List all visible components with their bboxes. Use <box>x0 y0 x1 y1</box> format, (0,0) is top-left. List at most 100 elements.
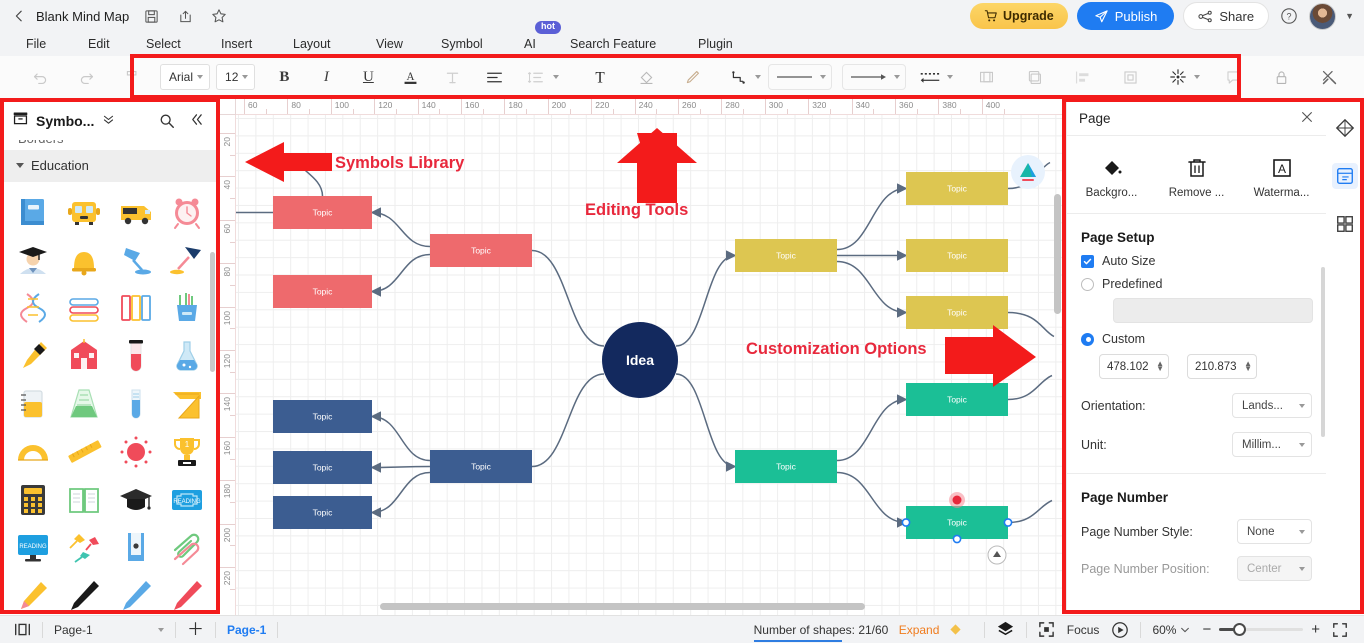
zoom-track[interactable] <box>1219 623 1304 636</box>
publish-button[interactable]: Publish <box>1076 2 1175 30</box>
connector[interactable] <box>370 462 431 473</box>
close-icon[interactable] <box>1300 110 1314 128</box>
dash-style-icon[interactable] <box>916 63 944 91</box>
redo-icon[interactable] <box>72 63 100 91</box>
symbol-set-square-icon[interactable] <box>163 381 213 427</box>
page-width-input[interactable]: 478.102 ▲ ▼ <box>1099 354 1169 379</box>
canvas-horizontal-scrollbar[interactable] <box>380 603 865 610</box>
symbol-red-circle-stamp-icon[interactable] <box>111 429 161 475</box>
remove-background-button[interactable]: Remove ... <box>1154 156 1239 199</box>
connector[interactable] <box>836 471 908 528</box>
connector[interactable] <box>1007 374 1053 401</box>
custom-radio[interactable] <box>1081 332 1094 346</box>
double-chevron-down-icon[interactable] <box>102 113 115 129</box>
symbol-beaker-yellow-icon[interactable] <box>8 381 58 427</box>
arrow-style-select[interactable] <box>842 64 907 90</box>
zoom-thumb[interactable] <box>1233 623 1247 636</box>
auto-size-row[interactable]: Auto Size <box>1067 245 1326 268</box>
symbol-conical-flask-green-icon[interactable] <box>60 381 110 427</box>
share-button[interactable]: Share <box>1183 2 1270 30</box>
chevron-down-icon[interactable] <box>755 75 762 79</box>
connector[interactable] <box>1007 499 1053 524</box>
symbol-ruler-icon[interactable] <box>60 429 110 475</box>
zoom-level-select[interactable]: 60% <box>1152 623 1190 637</box>
symbol-school-bus-side-icon[interactable] <box>111 189 161 235</box>
undo-icon[interactable] <box>26 63 54 91</box>
symbol-marker-black-icon[interactable] <box>60 573 110 610</box>
connector[interactable] <box>370 411 431 462</box>
symbol-binders-icon[interactable] <box>111 285 161 331</box>
symbol-test-tube-red-icon[interactable] <box>111 333 161 379</box>
symbol-graduation-cap-icon[interactable] <box>111 477 161 523</box>
symbol-pencil-cup-icon[interactable] <box>163 285 213 331</box>
symbol-desk-lamp-pink-icon[interactable] <box>163 237 213 283</box>
star-icon[interactable] <box>207 4 231 28</box>
rotate-handle-center[interactable] <box>952 495 962 505</box>
export-icon[interactable] <box>173 4 197 28</box>
connector[interactable] <box>1007 311 1055 338</box>
fill-bucket-icon[interactable] <box>632 63 660 91</box>
back-arrow-icon[interactable] <box>10 7 28 25</box>
symbol-calculator-icon[interactable] <box>8 477 58 523</box>
italic-button[interactable]: I <box>312 63 340 91</box>
connector[interactable] <box>531 373 605 468</box>
crop-icon[interactable] <box>1116 63 1144 91</box>
predefined-row[interactable]: Predefined <box>1067 268 1326 291</box>
symbol-graduate-student-icon[interactable] <box>8 237 58 283</box>
category-education[interactable]: Education <box>4 149 216 182</box>
line-style-select[interactable] <box>768 64 833 90</box>
apps-grid-icon[interactable] <box>1332 211 1358 237</box>
orientation-select[interactable]: Lands... <box>1232 393 1312 418</box>
expand-link[interactable]: Expand <box>899 623 940 637</box>
symbol-fountain-pen-icon[interactable] <box>8 333 58 379</box>
zoom-slider[interactable]: − + <box>1202 621 1320 638</box>
zoom-in-button[interactable]: + <box>1311 621 1320 638</box>
selection-handle[interactable] <box>952 534 962 544</box>
predefined-radio[interactable] <box>1081 277 1094 291</box>
chevron-down-icon[interactable] <box>947 75 954 79</box>
font-size-select[interactable]: 12 <box>216 64 256 90</box>
connector[interactable] <box>531 249 605 347</box>
add-page-button[interactable]: ＋ <box>187 621 204 638</box>
theme-diamond-icon[interactable] <box>1332 115 1358 141</box>
connector[interactable] <box>836 260 908 318</box>
page-properties-icon[interactable] <box>1332 163 1358 189</box>
distribute-icon[interactable] <box>1068 63 1096 91</box>
symbol-test-tube-blue-icon[interactable] <box>111 381 161 427</box>
symbol-desk-lamp-blue-icon[interactable] <box>111 237 161 283</box>
page-number-position-select[interactable]: Center <box>1237 556 1312 581</box>
menu-layout[interactable]: Layout <box>293 37 331 51</box>
font-color-button[interactable]: A <box>396 63 424 91</box>
connector[interactable] <box>675 373 737 472</box>
menu-file[interactable]: File <box>26 37 46 51</box>
symbol-reading-monitor-icon[interactable]: READING <box>8 525 58 571</box>
symbol-alarm-clock-icon[interactable] <box>163 189 213 235</box>
zoom-out-button[interactable]: − <box>1202 621 1211 638</box>
help-circle-icon[interactable]: ? <box>1278 5 1300 27</box>
page-number-style-select[interactable]: None <box>1237 519 1312 544</box>
save-icon[interactable] <box>139 4 163 28</box>
menu-insert[interactable]: Insert <box>221 37 252 51</box>
menu-ai[interactable]: AI <box>524 37 536 51</box>
page-tab-page-1[interactable]: Page-1 <box>227 623 266 637</box>
fullscreen-icon[interactable] <box>1332 622 1348 638</box>
symbol-paperclips-icon[interactable] <box>163 525 213 571</box>
page-panel-scrollbar[interactable] <box>1321 267 1325 437</box>
symbol-school-bus-front-icon[interactable] <box>60 189 110 235</box>
font-family-select[interactable]: Arial <box>160 64 211 90</box>
expand-node-button[interactable] <box>987 545 1007 565</box>
symbol-school-bell-icon[interactable] <box>60 237 110 283</box>
symbol-pencil-small-icon[interactable] <box>8 573 58 610</box>
symbol-pushpins-icon[interactable] <box>60 525 110 571</box>
selection-handle[interactable] <box>901 518 911 527</box>
collapse-panel-icon[interactable] <box>189 112 204 130</box>
chevron-down-icon[interactable] <box>1194 75 1201 79</box>
chevron-down-icon[interactable] <box>553 75 560 79</box>
connector[interactable] <box>836 183 908 251</box>
sparkle-effects-icon[interactable] <box>1164 63 1192 91</box>
connector[interactable] <box>370 471 431 518</box>
avatar[interactable] <box>1309 2 1337 30</box>
comment-icon[interactable] <box>1219 63 1247 91</box>
menu-symbol[interactable]: Symbol <box>441 37 483 51</box>
menu-view[interactable]: View <box>376 37 403 51</box>
